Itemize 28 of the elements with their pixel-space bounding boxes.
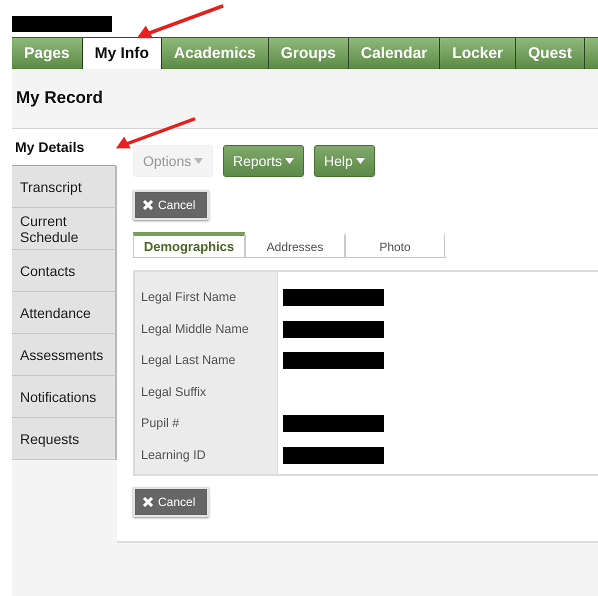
menu-button[interactable]: Reports <box>223 145 304 177</box>
sidebar-item[interactable]: Transcript <box>12 166 117 208</box>
close-icon <box>143 497 153 507</box>
field-label: Pupil # <box>140 415 180 432</box>
caret-icon <box>356 158 365 164</box>
field-label: Legal Last Name <box>140 352 237 369</box>
close-icon <box>143 200 153 210</box>
field-label: Legal Middle Name <box>140 320 250 338</box>
caret-icon <box>194 158 204 164</box>
sidebar-item[interactable]: Requests <box>12 418 117 460</box>
cancel-button[interactable]: Cancel <box>133 487 209 517</box>
sidebar-item[interactable]: My Details <box>12 129 117 166</box>
sidebar-item[interactable]: Assessments <box>12 334 117 376</box>
section-tab[interactable]: Addresses <box>245 232 345 257</box>
menu-button[interactable]: Help <box>314 145 375 177</box>
sidebar-item[interactable]: Attendance <box>12 292 117 334</box>
nav-tab[interactable]: My Info <box>82 38 162 69</box>
section-tab[interactable]: Demographics <box>133 232 245 257</box>
cancel-button[interactable]: Cancel <box>133 190 209 220</box>
caret-icon <box>285 158 294 164</box>
section-tab[interactable]: Photo <box>345 232 445 257</box>
field-label: Legal First Name <box>140 289 238 306</box>
sidebar-item[interactable]: Contacts <box>12 250 117 292</box>
field-label: Learning ID <box>140 446 207 464</box>
field-label: Legal Suffix <box>140 384 208 401</box>
sidebar-item[interactable]: Current Schedule <box>12 208 117 250</box>
sidebar-item[interactable]: Notifications <box>12 376 117 418</box>
page-title: My Record <box>15 88 103 108</box>
